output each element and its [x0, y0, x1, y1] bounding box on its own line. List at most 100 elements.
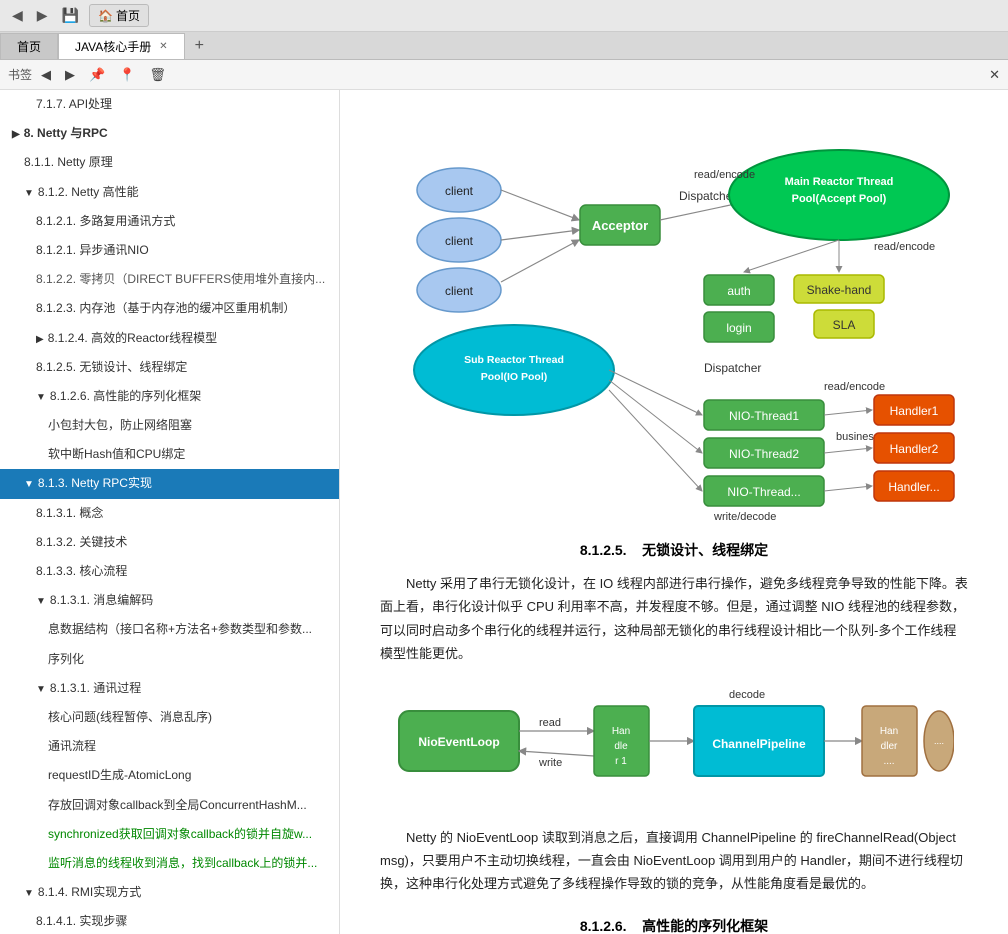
sidebar-item-s7[interactable]: 8.1.2.3. 内存池（基于内存池的缓冲区重用机制）: [0, 294, 339, 323]
sidebar-item-s3[interactable]: ▼8.1.2. Netty 高性能: [0, 178, 339, 207]
sidebar-item-s28[interactable]: 8.1.4.1. 实现步骤: [0, 907, 339, 934]
section-826-heading: 8.1.2.6. 高性能的序列化框架: [380, 916, 968, 934]
svg-text:Pool(Accept Pool): Pool(Accept Pool): [792, 193, 887, 205]
svg-text:ChannelPipeline: ChannelPipeline: [712, 737, 806, 751]
tab-home-label: 首页: [17, 38, 41, 55]
sidebar-item-s26[interactable]: 监听消息的线程收到消息，找到callback上的锁并...: [0, 849, 339, 878]
toolbar-label: 书签: [8, 66, 32, 83]
sidebar-item-s17[interactable]: ▼ 8.1.3.1. 消息编解码: [0, 586, 339, 615]
sidebar-item-label: 8.1.2.1. 异步通讯NIO: [36, 243, 149, 257]
triangle-icon: ▼: [36, 594, 46, 610]
sidebar-item-label: 8.1.4.1. 实现步骤: [36, 914, 127, 928]
sidebar-item-s4[interactable]: 8.1.2.1. 多路复用通讯方式: [0, 207, 339, 236]
sidebar-item-s13[interactable]: ▼8.1.3. Netty RPC实现: [0, 469, 339, 498]
sidebar-item-label: 8.1.2.4. 高效的Reactor线程模型: [48, 331, 217, 345]
sidebar-item-label: 8.1.2.6. 高性能的序列化框架: [50, 389, 201, 403]
tab-add-button[interactable]: +: [185, 33, 214, 59]
svg-text:NioEventLoop: NioEventLoop: [418, 735, 499, 749]
svg-text:dle: dle: [614, 741, 628, 752]
home-button[interactable]: 🏠 首页: [89, 4, 149, 27]
main-container: 7.1.7. API处理 ▶8. Netty 与RPC 8.1.1. Netty…: [0, 90, 1008, 934]
sidebar-item-s9[interactable]: 8.1.2.5. 无锁设计、线程绑定: [0, 353, 339, 382]
toolbar: 书签 ◀ ▶ 📌 📍 🗑 ✕: [0, 60, 1008, 90]
sidebar-item-s20[interactable]: ▼8.1.3.1. 通讯过程: [0, 674, 339, 703]
svg-text:Handler1: Handler1: [890, 404, 939, 418]
toolbar-close-button[interactable]: ✕: [989, 67, 1000, 83]
sidebar-item-label: 8.1.3.1. 通讯过程: [50, 681, 141, 695]
svg-text:Handler...: Handler...: [888, 480, 939, 494]
sidebar-item-s18[interactable]: 息数据结构（接口名称+方法名+参数类型和参数...: [0, 615, 339, 644]
svg-text:login: login: [726, 321, 751, 335]
section-825-title: 无锁设计、线程绑定: [642, 542, 768, 558]
sidebar-item-label: 8.1.2.2. 零拷贝（DIRECT BUFFERS使用堆外直接内...: [36, 272, 325, 286]
sidebar-item-s27[interactable]: ▼ 8.1.4. RMI实现方式: [0, 878, 339, 907]
sidebar: 7.1.7. API处理 ▶8. Netty 与RPC 8.1.1. Netty…: [0, 90, 340, 934]
sidebar-item-label: 8.1.3. Netty RPC实现: [38, 476, 152, 490]
sidebar-item-label: 8.1.4. RMI实现方式: [38, 885, 141, 899]
sidebar-item-label: 息数据结构（接口名称+方法名+参数类型和参数...: [48, 622, 312, 636]
svg-text:Pool(IO Pool): Pool(IO Pool): [481, 371, 548, 383]
svg-text:Handler2: Handler2: [890, 442, 939, 456]
bookmark-prev-button[interactable]: ◀: [36, 65, 56, 85]
svg-text:NIO-Thread2: NIO-Thread2: [729, 447, 799, 461]
para1: Netty 采用了串行无锁化设计，在 IO 线程内部进行串行操作，避免多线程竞争…: [380, 572, 968, 666]
sidebar-item-label: 存放回调对象callback到全局ConcurrentHashM...: [48, 798, 307, 812]
svg-text:write: write: [538, 757, 562, 769]
sidebar-item-s23[interactable]: requestID生成-AtomicLong: [0, 761, 339, 790]
tab-home[interactable]: 首页: [0, 33, 58, 59]
sidebar-item-label: requestID生成-AtomicLong: [48, 768, 191, 782]
svg-text:read/encode: read/encode: [824, 381, 885, 393]
home-icon: 🏠: [98, 9, 113, 23]
sidebar-item-s0[interactable]: 7.1.7. API处理: [0, 90, 339, 119]
forward-button[interactable]: ▶: [33, 5, 52, 26]
svg-text:Main Reactor Thread: Main Reactor Thread: [785, 176, 894, 188]
sidebar-item-s11[interactable]: 小包封大包，防止网络阻塞: [0, 411, 339, 440]
back-button[interactable]: ◀: [8, 5, 27, 26]
sidebar-item-label: 核心问题(线程暂停、消息乱序): [48, 710, 212, 724]
sidebar-item-s24[interactable]: 存放回调对象callback到全局ConcurrentHashM...: [0, 791, 339, 820]
diagram1-container: client client client Acceptor Dispatcher: [380, 120, 968, 520]
para3-text: Netty 的 NioEventLoop 读取到消息之后，直接调用 Channe…: [380, 830, 963, 892]
sidebar-item-s10[interactable]: ▼ 8.1.2.6. 高性能的序列化框架: [0, 382, 339, 411]
svg-text:client: client: [445, 184, 474, 198]
diagram2-container: NioEventLoop read write Han dle r 1 deco…: [380, 676, 968, 806]
triangle-icon: ▼: [36, 390, 46, 406]
para1-text: Netty 采用了串行无锁化设计，在 IO 线程内部进行串行操作，避免多线程竞争…: [380, 576, 968, 661]
triangle-icon: ▶: [12, 127, 20, 143]
sidebar-item-s16[interactable]: 8.1.3.3. 核心流程: [0, 557, 339, 586]
sidebar-item-s1[interactable]: ▶8. Netty 与RPC: [0, 119, 339, 148]
para3: Netty 的 NioEventLoop 读取到消息之后，直接调用 Channe…: [380, 826, 968, 896]
sidebar-item-label: 8.1.2.5. 无锁设计、线程绑定: [36, 360, 187, 374]
sidebar-item-s21[interactable]: 核心问题(线程暂停、消息乱序): [0, 703, 339, 732]
tab-java[interactable]: JAVA核心手册 ✕: [58, 33, 185, 59]
section-825-heading: 8.1.2.5. 无锁设计、线程绑定: [380, 540, 968, 560]
svg-text:client: client: [445, 284, 474, 298]
triangle-icon: ▶: [36, 332, 44, 348]
tab-close-icon[interactable]: ✕: [159, 41, 167, 52]
sidebar-item-label: 通讯流程: [48, 739, 96, 753]
tab-bar: 首页 JAVA核心手册 ✕ +: [0, 32, 1008, 60]
svg-text:Sub Reactor Thread: Sub Reactor Thread: [464, 354, 564, 366]
bookmark-pin2-button[interactable]: 📍: [114, 65, 140, 85]
sidebar-item-label: 8.1.2.1. 多路复用通讯方式: [36, 214, 175, 228]
bookmark-next-button[interactable]: ▶: [60, 65, 80, 85]
sidebar-item-s6[interactable]: 8.1.2.2. 零拷贝（DIRECT BUFFERS使用堆外直接内...: [0, 265, 339, 294]
sidebar-item-s19[interactable]: 序列化: [0, 645, 339, 674]
sidebar-item-label: 8.1.3.1. 消息编解码: [50, 593, 153, 607]
sidebar-item-s22[interactable]: 通讯流程: [0, 732, 339, 761]
sidebar-item-label: 8.1.2. Netty 高性能: [38, 185, 139, 199]
svg-text:write/decode: write/decode: [713, 511, 776, 520]
svg-text:auth: auth: [727, 284, 750, 298]
sidebar-item-label: 软中断Hash值和CPU绑定: [48, 447, 185, 461]
triangle-icon: ▼: [24, 886, 34, 902]
sidebar-item-s5[interactable]: 8.1.2.1. 异步通讯NIO: [0, 236, 339, 265]
bookmark-delete-button[interactable]: 🗑: [144, 65, 171, 85]
sidebar-item-s25[interactable]: synchronized获取回调对象callback的锁并自旋w...: [0, 820, 339, 849]
sidebar-item-s8[interactable]: ▶ 8.1.2.4. 高效的Reactor线程模型: [0, 324, 339, 353]
sidebar-item-s15[interactable]: 8.1.3.2. 关键技术: [0, 528, 339, 557]
bookmark-pin-button[interactable]: 📌: [84, 65, 110, 85]
sidebar-item-s12[interactable]: 软中断Hash值和CPU绑定: [0, 440, 339, 469]
sidebar-item-s2[interactable]: 8.1.1. Netty 原理: [0, 148, 339, 177]
sidebar-item-s14[interactable]: 8.1.3.1. 概念: [0, 499, 339, 528]
save-button[interactable]: 💾: [58, 5, 83, 26]
